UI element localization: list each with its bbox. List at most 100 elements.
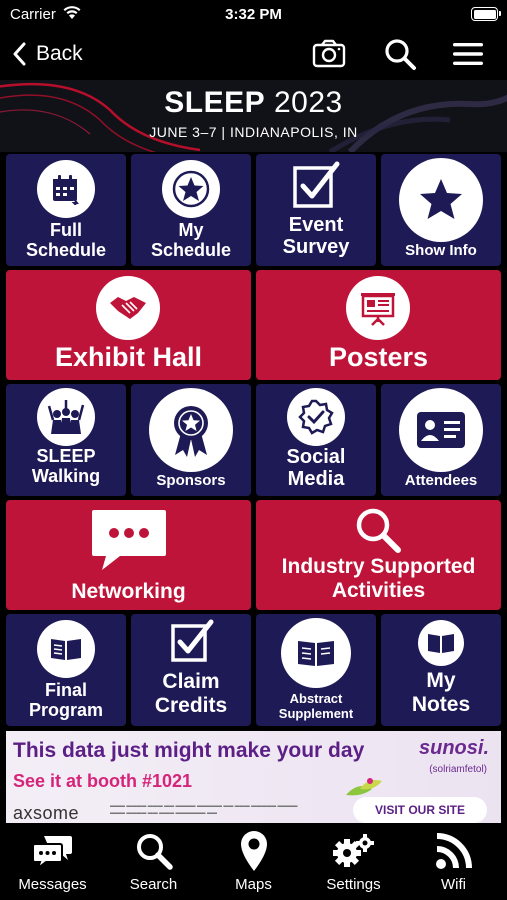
tile-claim-credits[interactable]: Claim Credits: [131, 614, 251, 726]
tab-maps-label: Maps: [235, 876, 272, 893]
tile-my-schedule-line2: Schedule: [150, 240, 232, 261]
tile-final-program-line2: Program: [28, 700, 104, 721]
map-pin-icon: [203, 830, 304, 872]
back-button[interactable]: Back: [12, 36, 83, 72]
tab-search[interactable]: Search: [103, 828, 204, 900]
ad-generic-name: (solriamfetol): [429, 764, 487, 775]
star-icon: [399, 158, 483, 242]
tile-my-notes[interactable]: My Notes: [381, 614, 501, 726]
search-icon: [103, 830, 204, 872]
event-banner: SLEEP 2023 JUNE 3–7 | INDIANAPOLIS, IN: [0, 80, 507, 152]
tab-messages[interactable]: Messages: [2, 828, 103, 900]
tab-settings[interactable]: Settings: [303, 828, 404, 900]
tab-settings-label: Settings: [326, 876, 381, 893]
tile-social-media-label: Social Media: [256, 446, 376, 491]
hamburger-menu-icon[interactable]: [450, 36, 486, 72]
tile-full-schedule-line2: Schedule: [25, 240, 107, 261]
crowd-icon: [37, 388, 95, 446]
nav-bar: Back: [0, 30, 507, 78]
banner-title: SLEEP 2023: [0, 86, 507, 120]
tile-industry-supported-line1: Industry Supported: [281, 555, 476, 578]
tile-exhibit-hall[interactable]: Exhibit Hall: [6, 270, 251, 380]
tile-networking-label: Networking: [71, 580, 186, 603]
back-label: Back: [36, 42, 83, 65]
tile-industry-supported-line2: Activities: [331, 578, 426, 602]
tile-sleep-walking-line2: Walking: [31, 466, 101, 487]
tile-sleep-walking-label: SLEEP Walking: [6, 446, 126, 486]
tile-event-survey[interactable]: Event Survey: [256, 154, 376, 266]
checkbox-icon: [293, 161, 340, 208]
tab-wifi-label: Wifi: [441, 876, 466, 893]
visit-site-button[interactable]: VISIT OUR SITE: [353, 797, 487, 823]
tile-my-schedule-label: My Schedule: [131, 220, 251, 260]
tile-attendees-label: Attendees: [404, 472, 478, 489]
tile-attendees[interactable]: Attendees: [381, 384, 501, 496]
tile-full-schedule-label: Full Schedule: [6, 220, 126, 260]
clock: 3:32 PM: [225, 6, 282, 23]
tile-social-media-line1: Social: [286, 446, 346, 468]
tile-event-survey-line2: Survey: [282, 236, 350, 259]
tile-my-schedule-line1: My: [178, 220, 204, 240]
tile-posters-label: Posters: [328, 342, 429, 372]
tile-show-info-label: Show Info: [405, 242, 477, 259]
search-icon[interactable]: [382, 36, 418, 72]
presentation-board-icon: [346, 276, 410, 340]
battery-icon: [471, 7, 501, 21]
star-icon: [162, 160, 220, 218]
gear-icon: [303, 830, 404, 872]
tile-full-schedule-line1: Full: [50, 220, 82, 240]
calendar-icon: [37, 160, 95, 218]
tile-my-schedule[interactable]: My Schedule: [131, 154, 251, 266]
tile-final-program[interactable]: Final Program: [6, 614, 126, 726]
tile-my-notes-label: My Notes: [381, 669, 501, 716]
tile-final-program-label: Final Program: [6, 680, 126, 720]
wifi-icon: [403, 830, 504, 872]
tile-sleep-walking-line1: SLEEP: [36, 446, 96, 466]
ad-brand-logo: sunosi.: [418, 737, 489, 759]
ad-fine-print: ▬▬▬ ▬▬▬▬ ▬▬▬ ▬▬ ▬▬▬▬ ▬▬▬▬▬ ▬▬ ▬▬▬ ▬▬▬▬▬ …: [110, 803, 298, 816]
verified-badge-icon: [287, 388, 345, 446]
award-ribbon-icon: [149, 388, 233, 472]
banner-title-year: 2023: [273, 86, 343, 119]
tile-networking[interactable]: Networking: [6, 500, 251, 610]
tile-show-info[interactable]: Show Info: [381, 154, 501, 266]
tile-final-program-line1: Final: [44, 680, 87, 700]
tile-sponsors-label: Sponsors: [156, 472, 226, 489]
tab-maps[interactable]: Maps: [203, 828, 304, 900]
chat-bubble-icon: [92, 510, 166, 570]
sponsor-ad-banner[interactable]: This data just might make your day See i…: [6, 731, 501, 823]
camera-icon[interactable]: [311, 36, 347, 72]
chevron-left-icon: [13, 42, 26, 66]
tile-my-notes-line1: My: [426, 669, 456, 692]
tile-sleep-walking[interactable]: SLEEP Walking: [6, 384, 126, 496]
tile-event-survey-label: Event Survey: [256, 214, 376, 259]
ad-headline: This data just might make your day: [13, 739, 365, 762]
book-icon: [37, 620, 95, 678]
tile-abstract-supplement-label: Abstract Supplement: [256, 691, 376, 721]
checkbox-icon: [171, 619, 214, 662]
tile-abstract-supplement[interactable]: Abstract Supplement: [256, 614, 376, 726]
tile-claim-credits-line1: Claim: [162, 670, 220, 693]
tile-abstract-supplement-line2: Supplement: [278, 705, 354, 721]
id-card-icon: [399, 388, 483, 472]
tile-claim-credits-label: Claim Credits: [131, 670, 251, 717]
book-icon: [418, 620, 464, 666]
tile-claim-credits-line2: Credits: [154, 693, 228, 717]
tile-full-schedule[interactable]: Full Schedule: [6, 154, 126, 266]
tile-social-media-line2: Media: [287, 468, 345, 491]
tab-wifi[interactable]: Wifi: [403, 828, 504, 900]
tile-abstract-supplement-line1: Abstract: [289, 691, 343, 706]
tile-exhibit-hall-label: Exhibit Hall: [54, 342, 203, 372]
tile-posters[interactable]: Posters: [256, 270, 501, 380]
ad-booth: See it at booth #1021: [13, 771, 193, 791]
ad-company-logo: axsome: [13, 803, 80, 823]
search-icon: [356, 508, 401, 553]
tile-social-media[interactable]: Social Media: [256, 384, 376, 496]
tile-industry-supported-activities[interactable]: Industry Supported Activities: [256, 500, 501, 610]
tile-sponsors[interactable]: Sponsors: [131, 384, 251, 496]
tab-messages-label: Messages: [18, 876, 87, 893]
tab-search-label: Search: [129, 876, 178, 893]
banner-title-name: SLEEP: [164, 86, 266, 119]
status-bar: Carrier 3:32 PM: [0, 0, 507, 30]
tile-my-notes-line2: Notes: [411, 692, 471, 716]
